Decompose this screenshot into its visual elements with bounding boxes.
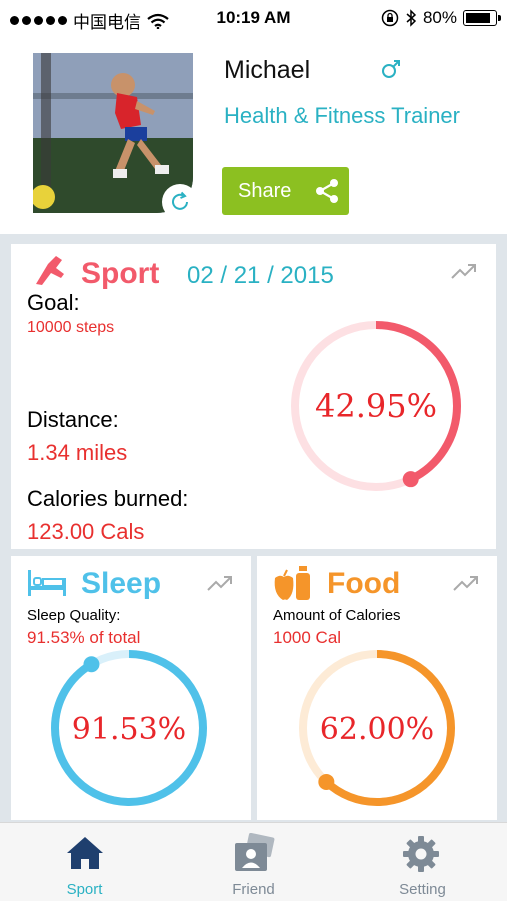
sleep-progress-knob — [83, 656, 100, 673]
sport-title: Sport — [81, 257, 160, 290]
sleep-percent: 91.53% — [72, 712, 186, 747]
food-percent: 62.00% — [320, 712, 434, 747]
sport-card[interactable]: Sport 02 / 21 / 2015 Goal: 10000 steps D… — [11, 244, 496, 549]
tab-setting-label: Setting — [399, 881, 446, 898]
sleep-quality-value: 91.53% of total — [27, 628, 141, 647]
home-icon — [67, 837, 103, 869]
goal-label: Goal: — [27, 290, 80, 315]
distance-label: Distance: — [27, 407, 119, 432]
gear-icon — [403, 836, 439, 872]
battery-percent: 80% — [422, 8, 457, 27]
food-card[interactable]: Food Amount of Calories 1000 Cal 62.00% — [257, 556, 497, 820]
sleep-quality-label: Sleep Quality: — [27, 607, 121, 624]
profile-header: Michael Health & Fitness Trainer Share — [0, 36, 507, 234]
sport-percent: 42.95% — [315, 387, 437, 425]
share-button[interactable]: Share — [222, 167, 349, 215]
food-title: Food — [327, 567, 401, 600]
contact-card-icon — [235, 833, 275, 871]
refresh-icon — [172, 191, 188, 210]
goal-value: 10000 steps — [27, 319, 115, 336]
tab-friend-label: Friend — [232, 881, 275, 898]
battery-icon — [463, 10, 501, 26]
trend-icon[interactable] — [207, 574, 233, 592]
status-bar: 中国电信 10:19 AM 80% — [0, 0, 507, 36]
sleep-card[interactable]: Sleep Sleep Quality: 91.53% of total 91.… — [11, 556, 251, 820]
profile-name: Michael — [224, 56, 311, 84]
apple-bottle-icon — [274, 566, 310, 600]
tab-sport[interactable]: Sport — [0, 823, 169, 901]
sport-progress-ring: 42.95% — [291, 321, 461, 491]
sport-progress-knob — [402, 471, 419, 488]
calories-value: 123.00 Cals — [27, 519, 145, 544]
profile-role: Health & Fitness Trainer — [224, 103, 460, 128]
tab-bar: Sport Friend Setting — [0, 822, 507, 901]
male-icon — [382, 60, 400, 78]
trend-icon[interactable] — [451, 262, 477, 280]
shoe-icon — [36, 256, 64, 285]
sleep-progress-ring: 91.53% — [51, 650, 207, 806]
distance-value: 1.34 miles — [27, 440, 128, 465]
tab-sport-label: Sport — [66, 881, 103, 898]
calories-label: Calories burned: — [27, 486, 189, 511]
bed-icon — [28, 570, 66, 596]
sleep-title: Sleep — [81, 567, 162, 600]
refresh-avatar-button[interactable] — [162, 184, 198, 220]
sport-date: 02 / 21 / 2015 — [187, 262, 334, 289]
tab-setting[interactable]: Setting — [338, 823, 507, 901]
share-icon — [316, 179, 338, 203]
orientation-lock-icon — [381, 9, 399, 27]
food-progress-knob — [318, 773, 335, 790]
share-label: Share — [238, 179, 292, 202]
tab-friend[interactable]: Friend — [169, 823, 338, 901]
trend-icon[interactable] — [453, 574, 479, 592]
calories-amount-label: Amount of Calories — [273, 607, 401, 624]
bluetooth-icon — [406, 9, 417, 27]
status-right: 80% — [381, 8, 501, 28]
calories-amount-value: 1000 Cal — [273, 628, 342, 647]
food-progress-ring: 62.00% — [299, 650, 455, 806]
